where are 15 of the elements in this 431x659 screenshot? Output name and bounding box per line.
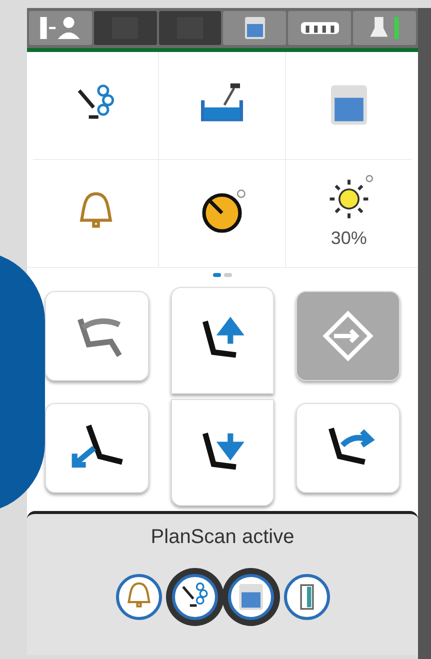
instrument-tray-icon	[300, 22, 339, 34]
toolbar-button[interactable]	[288, 11, 352, 45]
chair-button[interactable]	[45, 403, 149, 493]
toolbar-button[interactable]	[29, 11, 92, 45]
chair-button[interactable]	[296, 403, 400, 493]
lamp-icon	[370, 17, 400, 39]
cup-icon	[238, 584, 262, 610]
cup-icon	[244, 17, 265, 39]
chair-button[interactable]	[170, 399, 274, 506]
brightness-reading: 30%	[330, 226, 367, 250]
chair-button[interactable]	[170, 287, 274, 394]
status-message: PlanScan active	[150, 525, 294, 550]
function-button[interactable]: 30%	[286, 160, 412, 267]
cup-icon	[330, 85, 367, 126]
patient-door-icon	[40, 17, 80, 39]
